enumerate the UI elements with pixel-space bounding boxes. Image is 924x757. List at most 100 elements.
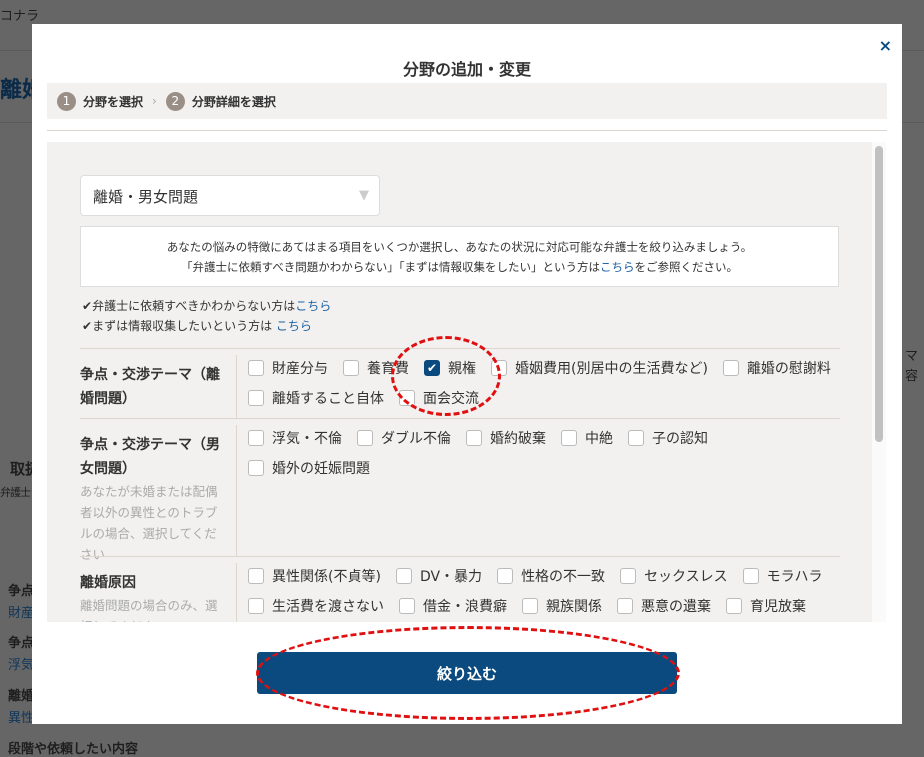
option-checkbox[interactable]: 婚姻費用(別居中の生活費など) [491,358,708,378]
dropdown-arrow-icon: ▼ [359,188,369,203]
option-checkbox[interactable]: 面会交流 [399,388,479,408]
checkbox[interactable] [561,430,577,446]
option-checkbox[interactable]: 中絶 [561,428,613,448]
help-link[interactable]: こちら [276,319,312,333]
chevron-right-icon: › [152,94,157,108]
bg-item: 離婚 [8,689,35,704]
option-label: 悪意の遺棄 [641,599,711,615]
section-title: 離婚原因 [80,575,136,591]
info-link[interactable]: こちら [600,260,635,274]
option-checkbox[interactable]: モラハラ [742,566,823,586]
option-checkbox[interactable]: 育児放棄 [726,596,806,616]
option-label: 異性関係(不貞等) [272,569,381,585]
checkbox[interactable] [248,598,264,614]
checkbox[interactable] [248,430,264,446]
option-section: 争点・交渉テーマ（離婚問題） 財産分与 養育費 ✔ 親権 婚姻費用(別居中の生活費など) 離… [80,348,840,418]
scrollbar[interactable] [872,142,886,622]
checkbox[interactable] [497,568,514,584]
help-link[interactable]: こちら [295,299,331,313]
option-label: 性格の不一致 [521,569,606,585]
bg-bottom: 段階や依頼したい内容 [8,742,139,757]
option-checkbox[interactable]: 子の認知 [628,428,708,448]
checkbox[interactable]: ✔ [424,360,440,376]
bg-item: 財産 [8,606,35,621]
step-label: 分野詳細を選択 [191,94,276,109]
option-list: 財産分与 養育費 ✔ 親権 婚姻費用(別居中の生活費など) 離婚の慰謝料離婚すること自体 面… [237,349,840,418]
modal-title: 分野の追加・変更 [402,60,531,79]
checkbox[interactable] [522,598,538,614]
bg-item: 争点 [8,584,35,599]
checkbox[interactable] [722,360,739,376]
info-text: をご参照ください。 [634,260,738,274]
option-label: DV・暴力 [419,569,483,585]
bg-item: 争点 [8,636,35,651]
option-label: 面会交流 [423,391,479,407]
option-label: セックスレス [644,569,728,585]
checkbox[interactable] [620,568,637,584]
option-checkbox[interactable]: ✔ 親権 [424,358,476,378]
section-label: 争点・交渉テーマ（離婚問題） [80,355,237,418]
checkbox[interactable] [248,390,264,406]
option-checkbox[interactable]: 離婚すること自体 [248,388,384,408]
checkbox[interactable] [395,568,412,584]
help-links: ✔弁護士に依頼すべきかわからない方はこちら ✔まずは情報収集したいという方は こ… [82,296,331,336]
checkbox[interactable] [628,430,644,446]
option-checkbox[interactable]: 親族関係 [522,596,602,616]
option-checkbox[interactable]: 浮気・不倫 [248,428,342,448]
option-label: 親族関係 [546,599,602,615]
option-checkbox[interactable]: 財産分与 [248,358,328,378]
options-panel: 離婚・男女問題 ▼ あなたの悩みの特徴にあてはまる項目をいくつか選択し、あなたの… [47,142,885,622]
checkbox[interactable] [248,460,264,476]
option-checkbox[interactable]: 生活費を渡さない [248,596,384,616]
bg-sub: 弁護士 [0,486,31,499]
filter-submit-button[interactable]: 絞り込む [257,652,677,694]
scrollbar-thumb[interactable] [875,146,883,442]
checkbox[interactable] [742,568,759,584]
option-checkbox[interactable]: 悪意の遺棄 [617,596,711,616]
option-section: 離婚原因離婚問題の場合のみ、選択してください 異性関係(不貞等) DV・暴力 性格の不… [80,556,840,622]
checkbox[interactable] [343,360,359,376]
option-checkbox[interactable]: ダブル不倫 [357,428,451,448]
checkbox[interactable] [491,360,507,376]
section-title: 争点・交渉テーマ（男女問題） [80,437,220,477]
option-checkbox[interactable]: 異性関係(不貞等) [248,566,381,586]
option-checkbox[interactable]: 婚約破棄 [466,428,546,448]
checkbox[interactable] [399,598,415,614]
option-list: 浮気・不倫 ダブル不倫 婚約破棄 中絶 子の認知婚外の妊娠問題 [237,419,840,556]
checkbox[interactable] [248,360,264,376]
option-checkbox[interactable]: 婚外の妊娠問題 [248,458,370,478]
checkbox[interactable] [466,430,482,446]
option-checkbox[interactable]: 離婚の慰謝料 [722,358,831,378]
section-note: あなたが未婚または配偶者以外の異性とのトラブルの場合、選択してください [80,484,218,562]
bg-item: 異性 [8,711,35,726]
option-label: 借金・浪費癖 [423,599,507,615]
bg-right: 容 [905,369,919,384]
option-checkbox[interactable]: DV・暴力 [395,566,483,586]
option-checkbox[interactable]: セックスレス [620,566,728,586]
select-value: 離婚・男女問題 [93,188,199,206]
option-label: 財産分与 [272,361,328,377]
step-number: 1 [57,91,76,111]
option-label: 婚約破棄 [490,431,546,447]
option-checkbox[interactable]: 養育費 [343,358,409,378]
help-text: 弁護士に依頼すべきかわからない方は [92,299,296,313]
info-box: あなたの悩みの特徴にあてはまる項目をいくつか選択し、あなたの状況に対応可能な弁護… [80,226,839,287]
option-label: 養育費 [367,361,409,377]
option-checkbox[interactable]: 性格の不一致 [497,566,605,586]
checkbox[interactable] [357,430,373,446]
checkbox[interactable] [248,568,264,584]
option-label: 婚外の妊娠問題 [272,461,370,477]
checkbox[interactable] [617,598,633,614]
option-label: モラハラ [766,569,823,585]
field-modal: × 分野の追加・変更 1 分野を選択 › 2 分野詳細を選択 離婚・男女問題 ▼… [32,24,902,724]
divider [47,130,887,131]
checkbox[interactable] [726,598,742,614]
checkbox[interactable] [399,390,415,406]
step-indicator: 1 分野を選択 › 2 分野詳細を選択 [47,83,887,119]
help-text: まずは情報収集したいという方は [92,319,276,333]
section-label: 離婚原因離婚問題の場合のみ、選択してください [80,563,237,622]
field-select[interactable]: 離婚・男女問題 ▼ [80,175,380,216]
option-checkbox[interactable]: 借金・浪費癖 [399,596,507,616]
step-label[interactable]: 分野を選択 [83,93,143,110]
close-icon[interactable]: × [879,36,892,55]
